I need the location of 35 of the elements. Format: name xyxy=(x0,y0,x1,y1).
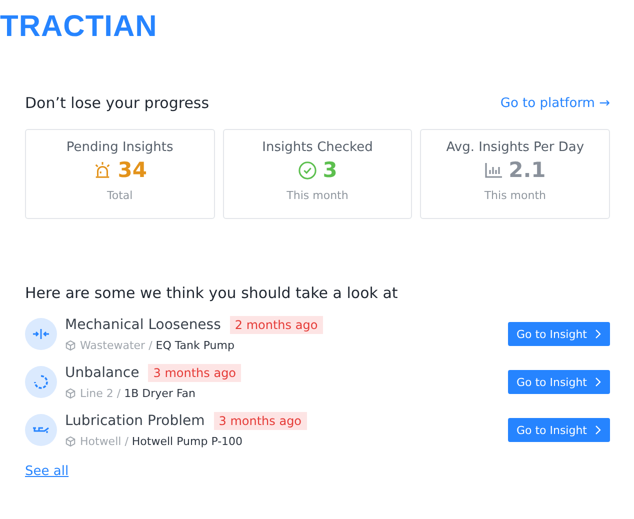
asset-path: Hotwell / Hotwell Pump P-100 xyxy=(80,435,243,448)
stat-label: Pending Insights xyxy=(66,140,174,155)
cube-icon xyxy=(65,388,76,399)
stat-label: Insights Checked xyxy=(262,140,373,155)
stat-label: Avg. Insights Per Day xyxy=(446,140,584,155)
insight-title: Mechanical Looseness xyxy=(65,317,221,333)
lubrication-icon xyxy=(25,414,57,446)
logo: TRACTIAN xyxy=(0,12,158,42)
insight-title: Unbalance xyxy=(65,365,140,381)
section-title: Don’t lose your progress xyxy=(25,94,210,112)
cube-icon xyxy=(65,340,76,351)
age-tag: 3 months ago xyxy=(148,364,242,382)
chevron-right-icon xyxy=(594,329,602,339)
cube-icon xyxy=(65,436,76,447)
age-tag: 3 months ago xyxy=(214,412,307,430)
chevron-right-icon xyxy=(594,425,602,435)
chevron-right-icon xyxy=(594,377,602,387)
stat-value: 2.1 xyxy=(508,158,546,182)
unbalance-icon xyxy=(25,366,57,398)
go-to-insight-button[interactable]: Go to Insight xyxy=(508,418,610,442)
see-all-link[interactable]: See all xyxy=(25,464,69,479)
asset-path: Wastewater / EQ Tank Pump xyxy=(80,339,234,352)
age-tag: 2 months ago xyxy=(230,316,323,334)
stat-caption: Total xyxy=(106,189,133,202)
stat-value: 34 xyxy=(118,158,147,182)
looseness-icon xyxy=(25,318,57,350)
platform-link[interactable]: Go to platform → xyxy=(500,96,610,110)
asset-path: Line 2 / 1B Dryer Fan xyxy=(80,387,196,400)
stat-value: 3 xyxy=(322,158,338,182)
go-to-insight-button[interactable]: Go to Insight xyxy=(508,322,610,346)
go-to-insight-button[interactable]: Go to Insight xyxy=(508,370,610,394)
stat-caption: This month xyxy=(484,189,546,202)
stat-caption: This month xyxy=(286,189,348,202)
insight-title: Lubrication Problem xyxy=(65,413,205,429)
section-title: Here are some we think you should take a look at xyxy=(25,284,399,302)
